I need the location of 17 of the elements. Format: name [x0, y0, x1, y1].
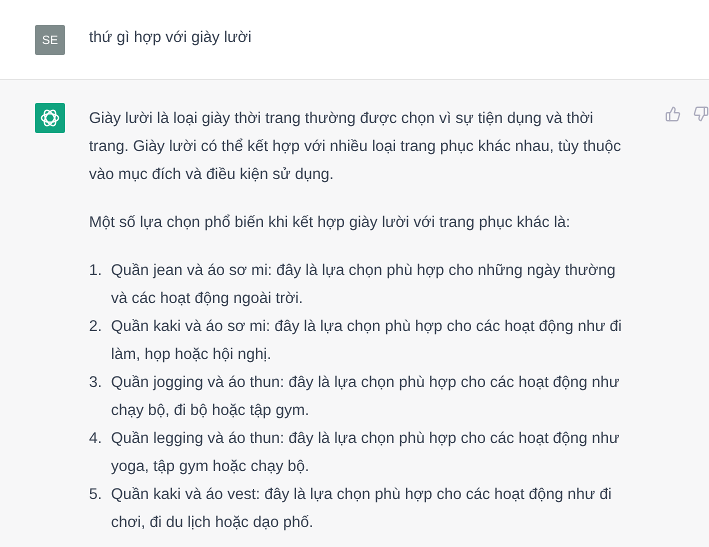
list-number: 5.: [89, 485, 103, 505]
list-item-text: Quần kaki và áo sơ mi: đây là lựa chọn phù hợp cho các hoạt động như đi làm, họp hoặc hội nghị.: [111, 317, 623, 365]
list-number: 4.: [89, 429, 103, 449]
list-item-text: Quần kaki và áo vest: đây là lựa chọn phù hợp cho các hoạt động như đi chơi, đi du lịch hoặc dạo phố.: [111, 485, 613, 533]
list-item-text: Quần jogging và áo thun: đây là lựa chọn phù hợp cho các hoạt động như chạy bộ, đi bộ hoặc tập gym.: [111, 373, 620, 421]
user-avatar: SE: [35, 25, 65, 55]
thumbs-down-button[interactable]: [693, 106, 709, 122]
list-number: 2.: [89, 317, 103, 337]
thumbs-up-button[interactable]: [665, 106, 681, 122]
knot-icon: [40, 108, 60, 128]
list-item-text: Quần jean và áo sơ mi: đây là lựa chọn phù hợp cho những ngày thường và các hoạt động ngoài trời.: [111, 261, 617, 309]
answer-paragraph: Một số lựa chọn phổ biến khi kết hợp giày lười với trang phục khác là:: [89, 213, 572, 233]
answer-paragraph: Giày lười là loại giày thời trang thường được chọn vì sự tiện dụng và thời trang. Giày lười có thể kết hợp với nhiều loại trang phục khác nhau, tùy thuộc vào mục đích và điều kiện sử dụng.: [89, 109, 622, 185]
user-message: thứ gì hợp với giày lười: [89, 28, 252, 48]
list-number: 1.: [89, 261, 103, 281]
list-item-text: Quần legging và áo thun: đây là lựa chọn phù hợp cho các hoạt động như yoga, tập gym hoặc chạy bộ.: [111, 429, 620, 477]
list-number: 3.: [89, 373, 103, 393]
